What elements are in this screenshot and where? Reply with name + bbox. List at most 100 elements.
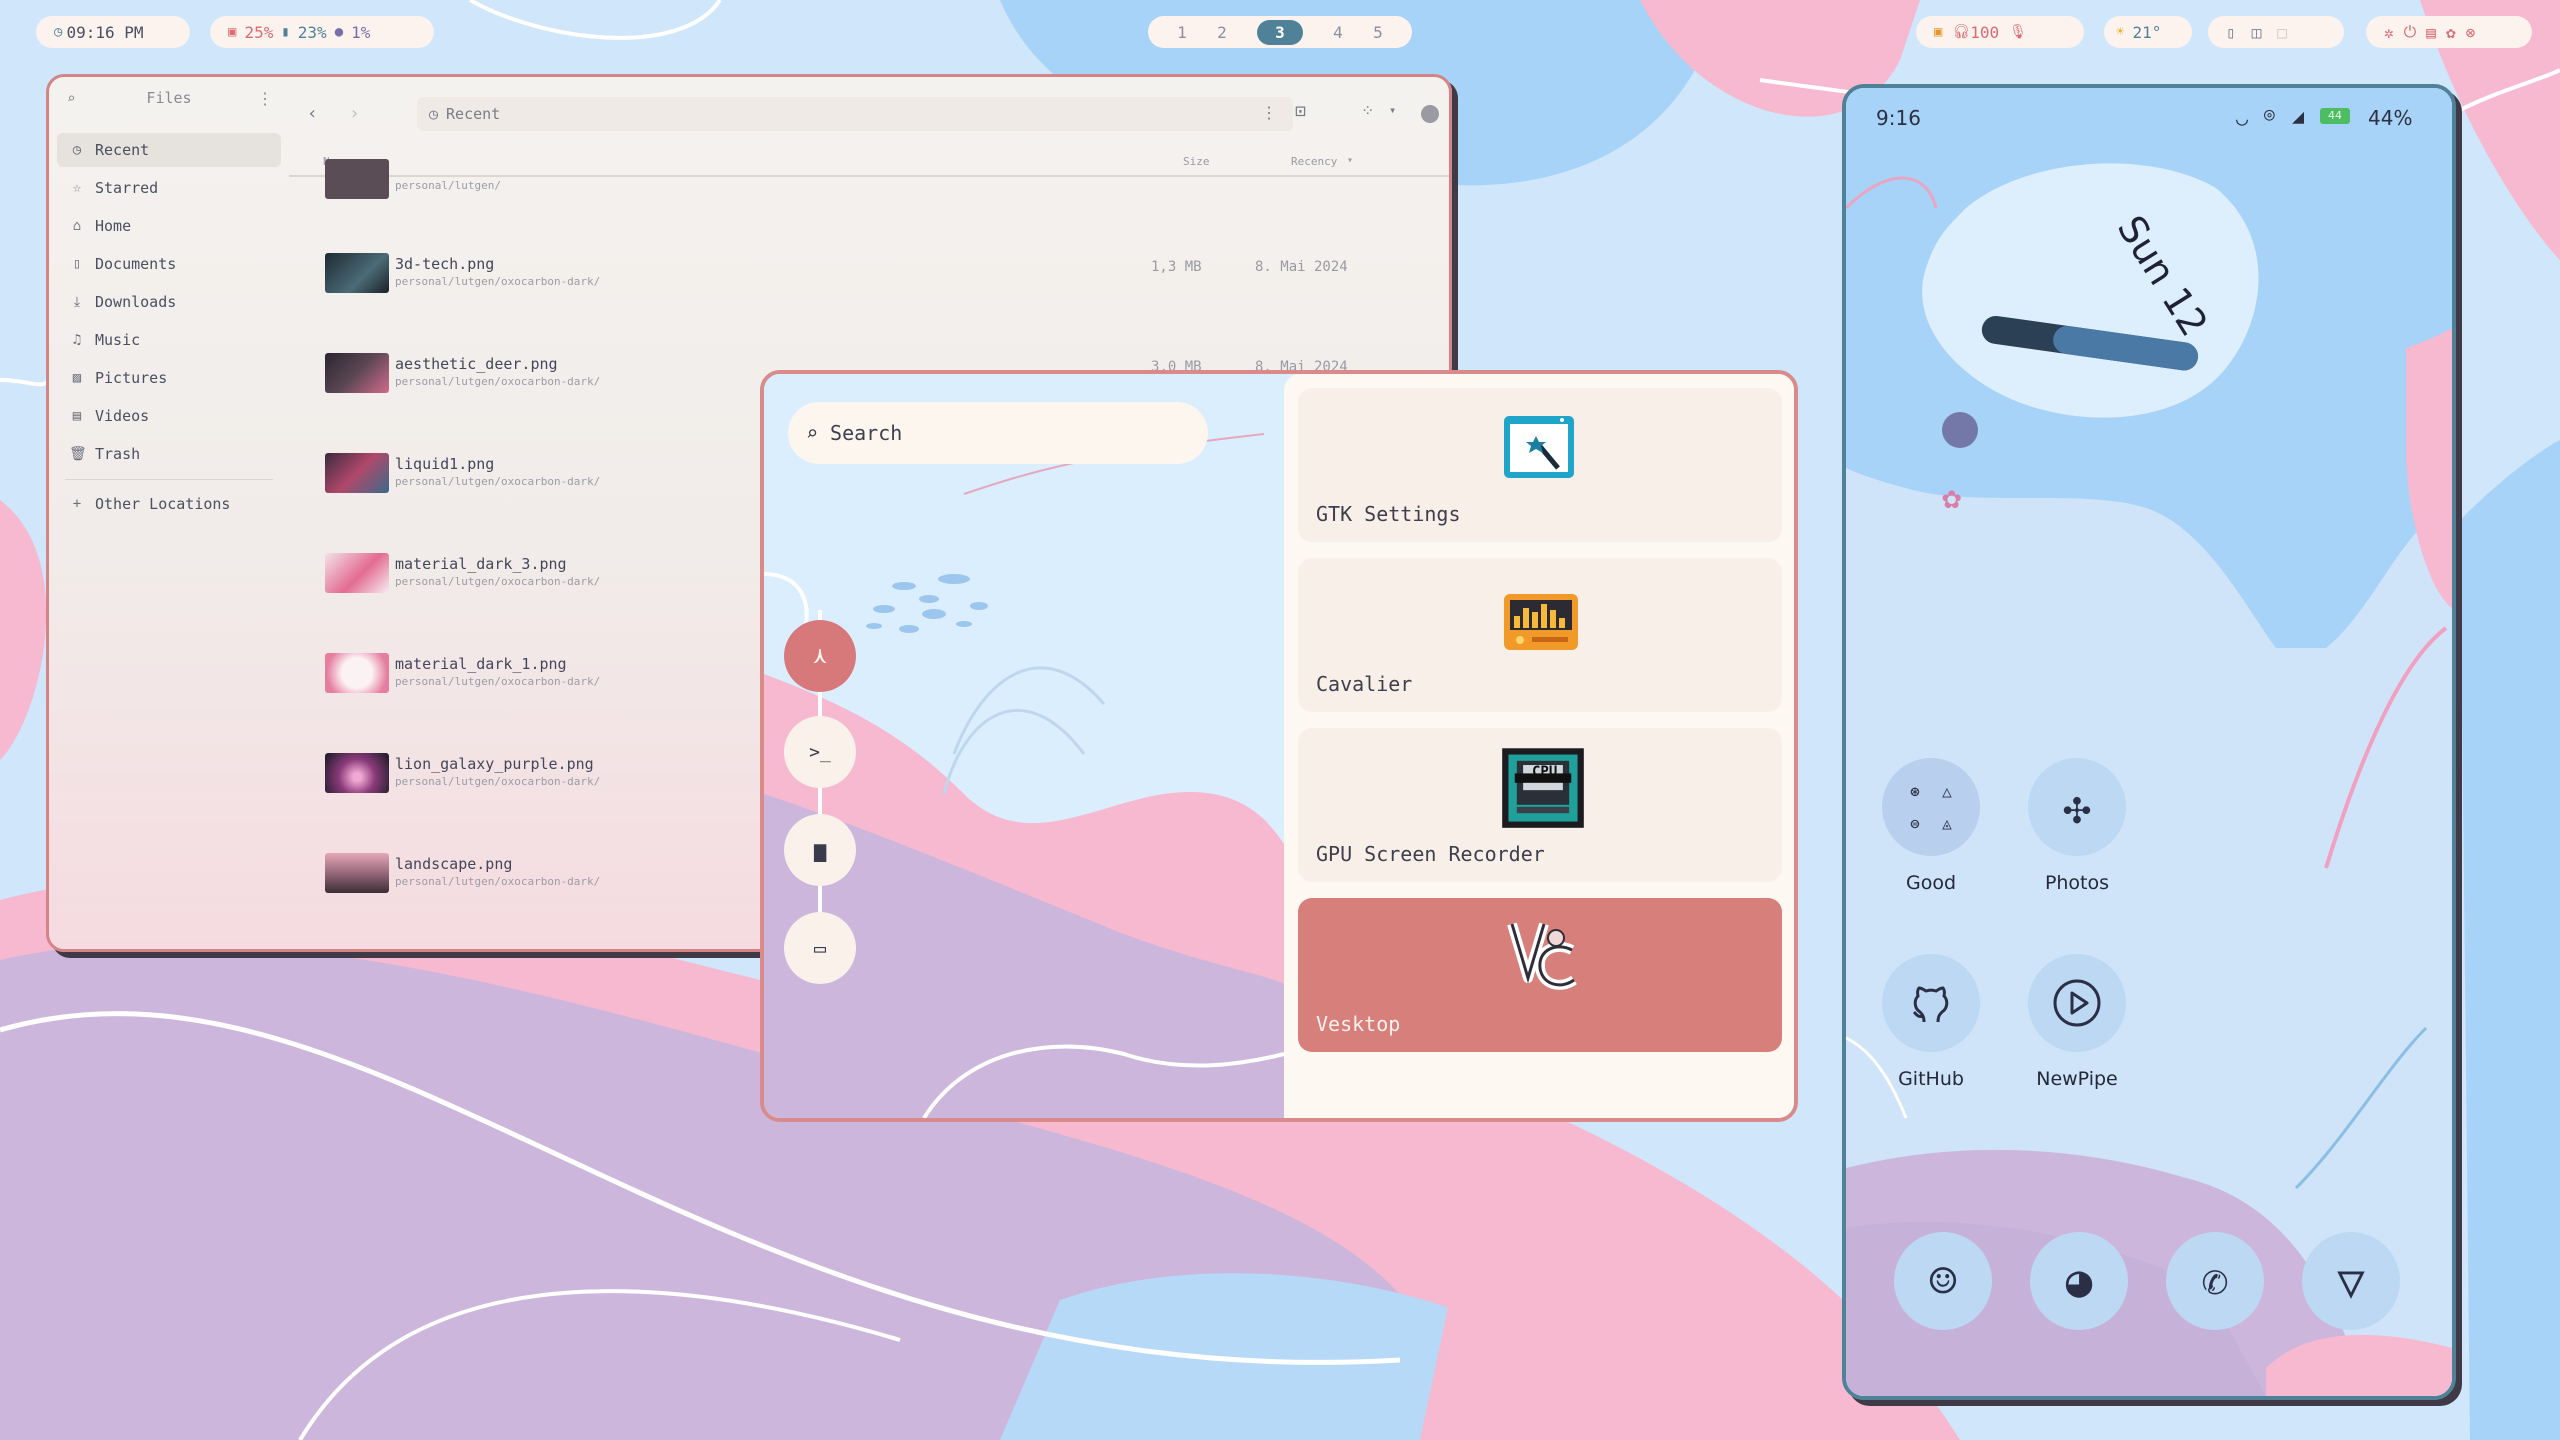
category-folder-button[interactable]: ▆ <box>784 814 856 886</box>
sidebar-label: Music <box>95 331 141 349</box>
table-row[interactable]: personal/lutgen/ <box>325 159 1425 199</box>
category-terminal-button[interactable]: >_ <box>784 716 856 788</box>
hotspot-icon: ◎ <box>2264 104 2275 125</box>
close-icon[interactable]: ⊗ <box>2466 23 2476 42</box>
search-icon: ⌕ <box>806 421 819 445</box>
sidebar-label: Documents <box>95 255 177 273</box>
clock-text: 09:16 PM <box>66 22 144 42</box>
app-label: Cavalier <box>1316 672 1413 696</box>
terminal-icon: >_ <box>809 741 831 763</box>
file-name: material_dark_1.png <box>395 655 567 673</box>
file-path: personal/lutgen/oxocarbon-dark/ <box>395 775 601 788</box>
files-title: Files <box>146 89 192 107</box>
tray-widget[interactable]: ▯ ◫ □ <box>2208 16 2344 48</box>
launcher-search-input[interactable]: ⌕ Search <box>788 402 1208 464</box>
whatsapp-icon: ✆ <box>2201 1255 2229 1307</box>
dock-whatsapp[interactable]: ✆ <box>2166 1232 2264 1330</box>
table-row[interactable]: 3d-tech.png personal/lutgen/oxocarbon-da… <box>325 253 1425 333</box>
weather-widget[interactable]: ☀ 21° <box>2104 16 2192 48</box>
good-folder[interactable]: ⊛ △ ⊜ ◬ <box>1882 758 1980 856</box>
workspace-5[interactable]: 5 <box>1373 23 1383 42</box>
workspace-1[interactable]: 1 <box>1177 23 1187 42</box>
thumbnail <box>325 353 389 393</box>
forward-button[interactable]: › <box>349 103 360 124</box>
clock-widget[interactable]: ◷ 09:16 PM <box>36 16 190 48</box>
audio-widget[interactable]: ▣ 🎧︎ 100 🎙︎ <box>1916 16 2084 48</box>
cpu-icon: ▣ <box>228 24 237 40</box>
sidebar-item-other-locations[interactable]: + Other Locations <box>57 487 281 521</box>
category-all-button[interactable]: ⋏ <box>784 620 856 692</box>
sidebar-item-trash[interactable]: 🗑︎ Trash <box>57 437 281 471</box>
sidebar-item-music[interactable]: ♫ Music <box>57 323 281 357</box>
path-label: Recent <box>446 105 501 123</box>
sidebar-item-home[interactable]: ⌂ Home <box>57 209 281 243</box>
sidebar-divider <box>65 479 273 480</box>
newpipe-app[interactable] <box>2028 954 2126 1052</box>
sidebar-item-documents[interactable]: ▯ Documents <box>57 247 281 281</box>
settings-icon[interactable]: ✲ <box>2384 23 2394 42</box>
sidebar-item-recent[interactable]: ◷ Recent <box>57 133 281 167</box>
pinwheel-icon: ✣ <box>2063 780 2091 834</box>
workspace-3[interactable]: 3 <box>1257 19 1303 45</box>
file-path: personal/lutgen/oxocarbon-dark/ <box>395 275 601 288</box>
window-close-dot[interactable] <box>1421 105 1439 123</box>
sidebar-label: Pictures <box>95 369 168 387</box>
view-options-icon[interactable]: ▾ <box>1389 103 1396 117</box>
sidebar-item-pictures[interactable]: ▨ Pictures <box>57 361 281 395</box>
sidebar-label: Recent <box>95 141 150 159</box>
workspace-switcher: 1 2 3 4 5 <box>1148 16 1412 48</box>
sidebar-label: Other Locations <box>95 495 231 513</box>
sidebar-item-downloads[interactable]: ⤓ Downloads <box>57 285 281 319</box>
thumbnail <box>325 553 389 593</box>
photos-app[interactable]: ✣ <box>2028 758 2126 856</box>
palette-icon[interactable]: ✿ <box>2446 23 2456 42</box>
workspace-4[interactable]: 4 <box>1333 23 1343 42</box>
power-widget[interactable]: ✲ ⏻ ▤ ✿ ⊗ <box>2366 16 2532 48</box>
power-icon[interactable]: ⏻ <box>2404 22 2417 42</box>
app-icon-small: ⊛ <box>1910 781 1920 801</box>
lock-icon[interactable]: ▤ <box>2426 23 2436 42</box>
file-path: personal/lutgen/oxocarbon-dark/ <box>395 875 601 888</box>
menu-icon[interactable]: ⋮ <box>257 89 273 108</box>
sidebar-item-videos[interactable]: ▤ Videos <box>57 399 281 433</box>
system-stats-widget[interactable]: ▣ 25% ▮ 23% ● 1% <box>210 16 434 48</box>
phone-icon: ▯ <box>2226 22 2236 42</box>
app-tile-cavalier[interactable]: Cavalier <box>1298 558 1782 712</box>
file-path: personal/lutgen/oxocarbon-dark/ <box>395 375 601 388</box>
play-icon <box>2053 979 2101 1027</box>
sidebar-item-starred[interactable]: ☆ Starred <box>57 171 281 205</box>
headphones-icon: 🎧︎ <box>1952 24 1971 40</box>
workspace-2[interactable]: 2 <box>1217 23 1227 42</box>
new-folder-icon[interactable]: ⊡ <box>1295 101 1306 122</box>
view-grid-icon[interactable]: ⁘ <box>1361 101 1374 120</box>
vanadium-icon: ▽ <box>2337 1254 2365 1308</box>
arch-icon: ⋏ <box>813 643 827 669</box>
path-menu-icon[interactable]: ⋮ <box>1261 103 1277 122</box>
column-recency[interactable]: Recency <box>1291 155 1337 168</box>
dock-vanadium[interactable]: ▽ <box>2302 1232 2400 1330</box>
app-tile-vesktop[interactable]: Vesktop <box>1298 898 1782 1052</box>
clock-icon: ◷ <box>54 24 63 40</box>
kde-connect-icon: ◫ <box>2251 22 2262 42</box>
file-date: 8. Mai 2024 <box>1255 259 1348 275</box>
file-name: aesthetic_deer.png <box>395 355 558 373</box>
folder-icon: ▆ <box>813 838 827 862</box>
cpu-usage: 25% <box>244 22 274 42</box>
launcher-results-panel: GTK Settings Cavalier CPU GPU Screen Rec… <box>1284 374 1794 1118</box>
category-window-button[interactable]: ▭ <box>784 912 856 984</box>
microphone-icon: 🎙︎ <box>2009 24 2027 40</box>
file-name: material_dark_3.png <box>395 555 567 573</box>
sidebar-label: Starred <box>95 179 159 197</box>
app-label: GTK Settings <box>1316 502 1461 526</box>
star-icon: ☆ <box>72 180 82 196</box>
column-size[interactable]: Size <box>1183 155 1210 168</box>
dock-reddit[interactable]: ☺ <box>1894 1232 1992 1330</box>
app-tile-gtk-settings[interactable]: GTK Settings <box>1298 388 1782 542</box>
app-tile-gpu-screen-recorder[interactable]: CPU GPU Screen Recorder <box>1298 728 1782 882</box>
path-bar[interactable]: ◷ Recent <box>417 97 1293 131</box>
dock-firefox[interactable]: ◕ <box>2030 1232 2128 1330</box>
file-path: personal/lutgen/oxocarbon-dark/ <box>395 675 601 688</box>
screen-record-icon: ▣ <box>1934 24 1943 40</box>
back-button[interactable]: ‹ <box>307 103 318 124</box>
github-app[interactable] <box>1882 954 1980 1052</box>
